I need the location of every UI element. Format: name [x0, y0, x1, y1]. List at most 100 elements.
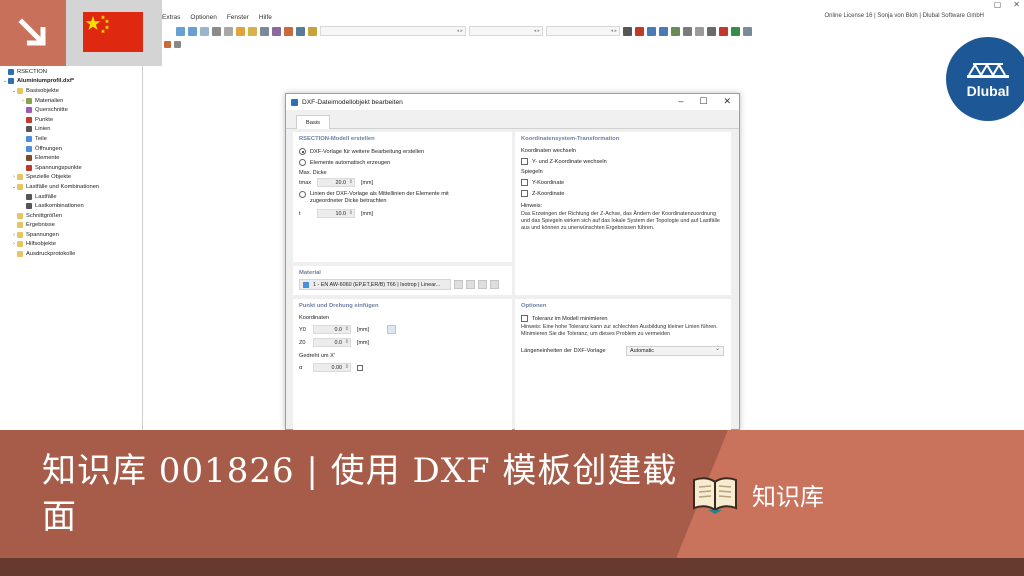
tree-node-icon	[26, 164, 32, 171]
tree-item[interactable]: Lastkombinationen	[0, 201, 142, 211]
tmax-input[interactable]: 20.0	[317, 178, 355, 187]
insertion-title: Punkt und Drehung einfügen	[299, 303, 379, 309]
rotate-icon[interactable]	[683, 26, 692, 36]
coordinate-note: Das Erzwingen der Richtung der Z-Achse, …	[521, 211, 720, 231]
z0-input[interactable]: 0.0	[313, 338, 351, 347]
mirror-icon[interactable]	[671, 26, 680, 36]
tab-basis[interactable]: Basis	[296, 115, 330, 129]
tree-item[interactable]: › Spezielle Objekte	[0, 173, 142, 183]
radio-auto-elements[interactable]	[299, 159, 306, 166]
material-select[interactable]: 1 - EN AW-6060 (EP,ET,ER/B) T66 | Isotro…	[299, 279, 451, 290]
material-new-icon[interactable]	[466, 280, 475, 289]
draw-icon[interactable]	[164, 40, 171, 48]
table-icon[interactable]	[200, 26, 209, 36]
length-units-select[interactable]: Automatic	[626, 345, 724, 356]
tree-item[interactable]: Lastfälle	[0, 192, 142, 202]
tree-item[interactable]: Ausdruckprotokolle	[0, 249, 142, 259]
tree-item[interactable]: Öffnungen	[0, 144, 142, 154]
tree-item[interactable]: Linien	[0, 125, 142, 135]
tree-node-icon	[26, 203, 32, 210]
tree-item[interactable]: ⌄ Lastfälle und Kombinationen	[0, 182, 142, 192]
delete-icon[interactable]	[635, 26, 644, 36]
tree-item[interactable]: Schnittgrößen	[0, 211, 142, 221]
material-edit-icon[interactable]	[478, 280, 487, 289]
tree-node-icon	[26, 116, 32, 123]
pen-icon[interactable]	[248, 26, 257, 36]
alpha-input[interactable]: 0.00	[313, 363, 351, 372]
tree-item[interactable]: Elemente	[0, 153, 142, 163]
scale-icon[interactable]	[695, 26, 704, 36]
tree-item-label: Basisobjekte	[26, 87, 59, 94]
menu-item-optionen[interactable]: Optionen	[190, 14, 216, 21]
minimize-icon[interactable]: –	[678, 96, 683, 107]
section-icon[interactable]	[623, 26, 632, 36]
label-create-template: DXF-Vorlage für weitere Bearbeitung erst…	[310, 148, 425, 155]
material-library-icon[interactable]	[454, 280, 463, 289]
cross-icon[interactable]	[719, 26, 728, 36]
checkbox-mirror-y[interactable]	[521, 179, 528, 186]
arrow-down-right-icon	[18, 18, 46, 46]
label-swap-yz: Y- und Z-Koordinate wechseln	[532, 158, 607, 165]
menu-item-extras[interactable]: Extras	[162, 14, 180, 21]
checkbox-min-tolerance[interactable]	[521, 315, 528, 322]
tree-item[interactable]: › Spannungen	[0, 230, 142, 240]
coordinate-panel: Koordinatensystem-Transformation Koordin…	[515, 132, 731, 295]
toolbar-dropdown-3[interactable]: ◂ ▸	[546, 26, 620, 36]
tree-node-icon	[17, 183, 23, 190]
knowledge-base-label: 知识库	[752, 482, 824, 511]
banner-title: 知识库 001826 | 使用 DXF 模板创建截面	[42, 451, 678, 537]
axis-icon[interactable]	[308, 26, 317, 36]
checkbox-swap-yz[interactable]	[521, 158, 528, 165]
view-icon[interactable]	[176, 26, 185, 36]
dialog-title: DXF-Dateimodellobjekt bearbeiten	[302, 98, 403, 106]
material-info-icon[interactable]	[490, 280, 499, 289]
layout-icon[interactable]	[743, 26, 752, 36]
tree-item[interactable]: Punkte	[0, 115, 142, 125]
measure-icon[interactable]	[296, 26, 305, 36]
tree-item[interactable]: Spannungspunkte	[0, 163, 142, 173]
tree-item[interactable]: ⌄ Aluminiumprofil.dxf*	[0, 77, 142, 87]
checkbox-mirror-z[interactable]	[521, 190, 528, 197]
brush-icon[interactable]	[284, 26, 293, 36]
radio-centerlines[interactable]	[299, 191, 306, 198]
select-icon[interactable]	[260, 26, 269, 36]
t-input[interactable]: 10.0	[317, 209, 355, 218]
rotation-pick-icon[interactable]	[357, 364, 363, 371]
toolbar-dropdown-2[interactable]: ◂ ▸	[469, 26, 543, 36]
dimension-icon[interactable]	[707, 26, 716, 36]
menu-item-fenster[interactable]: Fenster	[227, 14, 249, 21]
move-icon[interactable]	[647, 26, 656, 36]
render-icon[interactable]	[272, 26, 281, 36]
bridge-logo-icon	[967, 62, 1009, 78]
tree-item[interactable]: › Hilfsobjekte	[0, 240, 142, 250]
y0-input[interactable]: 0.0	[313, 325, 351, 334]
close-icon[interactable]: ✕	[723, 96, 731, 107]
grid-icon[interactable]	[224, 26, 233, 36]
copy-icon[interactable]	[659, 26, 668, 36]
direction-badge	[0, 0, 66, 66]
menu-item-hilfe[interactable]: Hilfe	[259, 14, 272, 21]
tree-item[interactable]: Teile	[0, 134, 142, 144]
pick-point-icon[interactable]	[386, 325, 396, 334]
tree-item[interactable]: Querschnitte	[0, 105, 142, 115]
tree-node-icon	[8, 78, 14, 85]
panel-icon[interactable]	[188, 26, 197, 36]
options-title: Optionen	[521, 303, 547, 309]
options-icon[interactable]	[174, 40, 181, 48]
tree-item[interactable]: RSECTION	[0, 67, 142, 77]
tree-item-label: Linien	[35, 126, 51, 133]
knowledge-base-tag: 知识库	[690, 474, 824, 514]
restore-window-button[interactable]: ▢	[994, 0, 1002, 9]
maximize-icon[interactable]: ☐	[699, 96, 707, 107]
tree-node-icon	[17, 174, 23, 181]
print-icon[interactable]	[212, 26, 221, 36]
close-window-button[interactable]: ✕	[1013, 0, 1020, 9]
snap-icon[interactable]	[236, 26, 245, 36]
tree-item[interactable]: › Materialien	[0, 96, 142, 106]
tree-item[interactable]: Ergebnisse	[0, 221, 142, 231]
radio-create-template[interactable]	[299, 148, 306, 155]
tree-item[interactable]: ⌄ Basisobjekte	[0, 86, 142, 96]
tree-node-icon	[17, 251, 23, 258]
toolbar-dropdown-1[interactable]: ◂ ▸	[320, 26, 466, 36]
color-icon[interactable]	[731, 26, 740, 36]
